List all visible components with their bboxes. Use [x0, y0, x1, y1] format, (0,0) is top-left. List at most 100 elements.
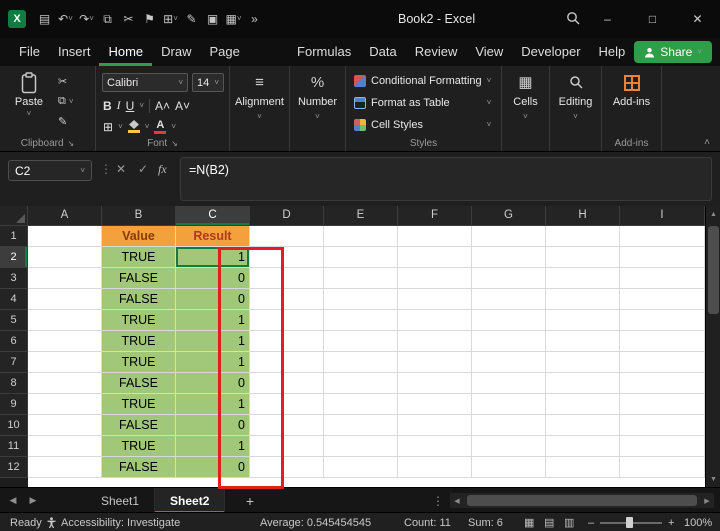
- cell-E1[interactable]: [324, 226, 398, 247]
- cell-C9[interactable]: 1: [176, 394, 250, 415]
- cell-H1[interactable]: [546, 226, 620, 247]
- cell-D10[interactable]: [250, 415, 324, 436]
- format-painter-icon[interactable]: ✎: [182, 7, 201, 31]
- font-size-select[interactable]: 14 ˅: [192, 73, 224, 92]
- cell-E8[interactable]: [324, 373, 398, 394]
- row-header-8[interactable]: 8: [0, 373, 28, 394]
- column-header-A[interactable]: A: [28, 206, 102, 226]
- copy-pages-icon[interactable]: ⧉: [98, 7, 117, 31]
- accessibility-status[interactable]: Accessibility: Investigate: [61, 513, 180, 531]
- cell-F4[interactable]: [398, 289, 472, 310]
- cell-G3[interactable]: [472, 268, 546, 289]
- name-box[interactable]: C2 ˅: [8, 160, 92, 181]
- italic-button[interactable]: I: [117, 98, 121, 113]
- column-header-D[interactable]: D: [250, 206, 324, 226]
- cell-H9[interactable]: [546, 394, 620, 415]
- borders-button[interactable]: ⊞: [103, 120, 113, 134]
- cell-A10[interactable]: [28, 415, 102, 436]
- scroll-left-icon[interactable]: ◀: [450, 493, 464, 508]
- zoom-in-button[interactable]: +: [668, 513, 674, 531]
- normal-view-button[interactable]: ▦: [524, 513, 534, 531]
- cell-D7[interactable]: [250, 352, 324, 373]
- cell-I3[interactable]: [620, 268, 705, 289]
- row-header-10[interactable]: 10: [0, 415, 28, 436]
- collapse-ribbon-button[interactable]: ˄: [704, 137, 710, 148]
- cell-H2[interactable]: [546, 247, 620, 268]
- save-icon[interactable]: ▤: [35, 7, 54, 31]
- cell-A4[interactable]: [28, 289, 102, 310]
- cell-G11[interactable]: [472, 436, 546, 457]
- cell-I12[interactable]: [620, 457, 705, 478]
- cell-H3[interactable]: [546, 268, 620, 289]
- row-header-11[interactable]: 11: [0, 436, 28, 457]
- styles-item-conditional-formatting[interactable]: Conditional Formatting ˅: [350, 72, 495, 90]
- cell-F2[interactable]: [398, 247, 472, 268]
- cell-H12[interactable]: [546, 457, 620, 478]
- cell-E4[interactable]: [324, 289, 398, 310]
- cell-G8[interactable]: [472, 373, 546, 394]
- increase-font-button[interactable]: A˄: [155, 99, 170, 113]
- styles-item-format-as-table[interactable]: Format as Table ˅: [350, 94, 495, 112]
- cell-E11[interactable]: [324, 436, 398, 457]
- fill-color-button[interactable]: [127, 120, 140, 133]
- cell-H8[interactable]: [546, 373, 620, 394]
- sheet-tab-sheet1[interactable]: Sheet1: [86, 488, 156, 513]
- cell-D8[interactable]: [250, 373, 324, 394]
- row-header-4[interactable]: 4: [0, 289, 28, 310]
- cell-I10[interactable]: [620, 415, 705, 436]
- cell-I4[interactable]: [620, 289, 705, 310]
- cell-B12[interactable]: FALSE: [102, 457, 176, 478]
- cell-I6[interactable]: [620, 331, 705, 352]
- cell-C7[interactable]: 1: [176, 352, 250, 373]
- cell-C5[interactable]: 1: [176, 310, 250, 331]
- column-header-G[interactable]: G: [472, 206, 546, 226]
- column-header-F[interactable]: F: [398, 206, 472, 226]
- cell-E12[interactable]: [324, 457, 398, 478]
- underline-button[interactable]: U: [126, 99, 135, 113]
- scroll-down-icon[interactable]: ▼: [706, 471, 720, 487]
- vertical-scroll-thumb[interactable]: [708, 226, 719, 314]
- font-dialog-launcher[interactable]: ↘: [171, 139, 178, 148]
- cell-I7[interactable]: [620, 352, 705, 373]
- cancel-button[interactable]: ✕: [116, 162, 126, 176]
- cell-A12[interactable]: [28, 457, 102, 478]
- column-header-B[interactable]: B: [102, 206, 176, 226]
- bold-button[interactable]: B: [103, 99, 112, 113]
- cell-G6[interactable]: [472, 331, 546, 352]
- zoom-slider-thumb[interactable]: [626, 517, 633, 528]
- cell-C3[interactable]: 0: [176, 268, 250, 289]
- minimize-button[interactable]: –: [585, 0, 630, 38]
- column-header-C[interactable]: C: [176, 206, 250, 226]
- cell-F9[interactable]: [398, 394, 472, 415]
- menu-tab-draw[interactable]: Draw: [152, 38, 200, 66]
- cell-B7[interactable]: TRUE: [102, 352, 176, 373]
- cell-D5[interactable]: [250, 310, 324, 331]
- menu-tab-review[interactable]: Review: [406, 38, 467, 66]
- flag-icon[interactable]: ⚑: [140, 7, 159, 31]
- cell-F5[interactable]: [398, 310, 472, 331]
- cell-F11[interactable]: [398, 436, 472, 457]
- cell-G5[interactable]: [472, 310, 546, 331]
- search-icon[interactable]: [566, 11, 580, 30]
- ribbon-group-editing[interactable]: Editing ˅: [550, 66, 602, 151]
- camera-icon[interactable]: ▣: [203, 7, 222, 31]
- scroll-right-icon[interactable]: ▶: [700, 493, 714, 508]
- styles-item-cell-styles[interactable]: Cell Styles ˅: [350, 116, 495, 134]
- cell-D12[interactable]: [250, 457, 324, 478]
- cell-C11[interactable]: 1: [176, 436, 250, 457]
- cell-E9[interactable]: [324, 394, 398, 415]
- cell-C1[interactable]: Result: [176, 226, 250, 247]
- menu-tab-formulas[interactable]: Formulas: [288, 38, 360, 66]
- cell-I5[interactable]: [620, 310, 705, 331]
- close-button[interactable]: ✕: [675, 0, 720, 38]
- insert-function-button[interactable]: fx: [158, 162, 167, 177]
- previous-sheet-icon[interactable]: ◀: [4, 488, 22, 513]
- cell-B9[interactable]: TRUE: [102, 394, 176, 415]
- row-header-7[interactable]: 7: [0, 352, 28, 373]
- menu-tab-data[interactable]: Data: [360, 38, 405, 66]
- row-header-2[interactable]: 2: [0, 247, 28, 268]
- cell-C6[interactable]: 1: [176, 331, 250, 352]
- column-header-H[interactable]: H: [546, 206, 620, 226]
- paste-button[interactable]: Paste ˅: [9, 72, 49, 118]
- cell-H7[interactable]: [546, 352, 620, 373]
